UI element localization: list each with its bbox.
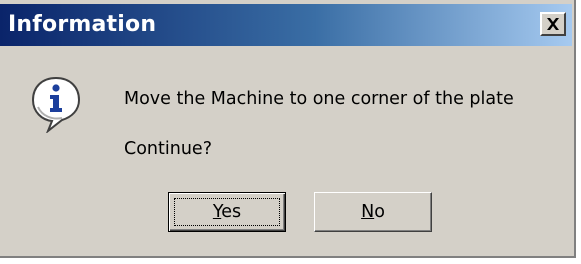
information-icon [31,76,81,133]
no-mnemonic: N [361,202,375,222]
information-dialog: Information Move the Machine to one corn… [0,0,576,258]
message-text: Move the Machine to one corner of the pl… [124,89,514,109]
yes-button[interactable]: Yes [168,192,286,232]
focus-indicator [174,198,280,226]
no-button-label: No [361,202,385,222]
close-icon [547,18,559,30]
confirmation-question: Continue? [124,139,212,159]
close-button[interactable] [540,12,566,36]
title-bar[interactable]: Information [0,4,572,46]
no-button[interactable]: No [314,192,432,232]
no-label-rest: o [374,202,385,222]
window-title: Information [8,12,157,37]
